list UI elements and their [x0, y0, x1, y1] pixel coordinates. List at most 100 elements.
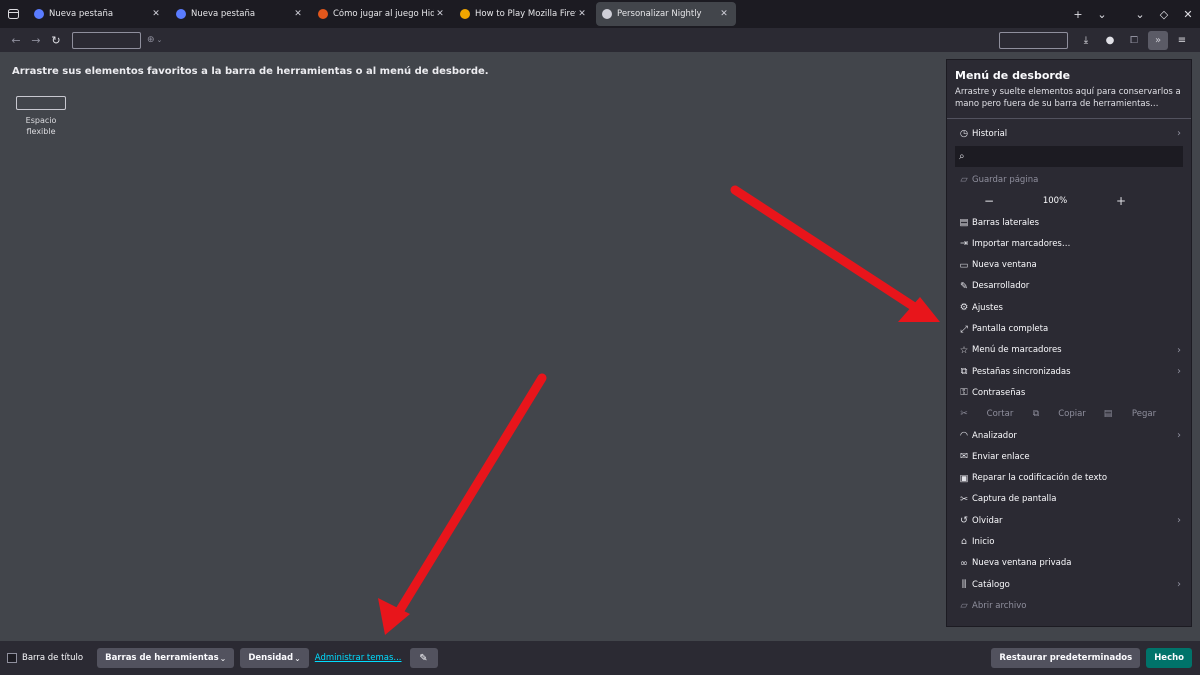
chevron-right-icon: › [1177, 128, 1181, 140]
menu-item-label: Menú de marcadores [972, 345, 1062, 356]
tab-favicon-icon [460, 9, 470, 19]
menu-item[interactable]: ⇥ Importar marcadores… [947, 233, 1191, 254]
tab-close-icon[interactable]: ✕ [150, 9, 162, 19]
screenshot-icon: ✂ [960, 493, 968, 505]
tab-close-icon[interactable]: ✕ [576, 9, 588, 19]
copy-button[interactable]: Copiar [1043, 409, 1101, 419]
title-bar-checkbox[interactable] [7, 653, 17, 663]
home-icon: ⌂ [960, 536, 968, 548]
flexible-space-label: Espacio flexible [25, 116, 57, 136]
menu-item[interactable]: ☆ Menú de marcadores › [947, 340, 1191, 361]
menu-item[interactable]: ⚙ Ajustes [947, 297, 1191, 318]
chevron-right-icon: › [1177, 344, 1181, 356]
globe-icon: ⊕ [147, 35, 155, 45]
paste-button[interactable]: Pegar [1115, 409, 1173, 419]
scissors-icon: ✂ [960, 409, 968, 420]
overflow-description: Arrastre y suelte elementos aquí para co… [955, 87, 1181, 109]
touchbar-pin-button[interactable]: ✎ [409, 648, 438, 668]
menu-item[interactable]: ⌂ Inicio [947, 531, 1191, 552]
menu-item-label: Importar marcadores… [972, 238, 1071, 249]
menu-item[interactable]: ▤ Barras laterales [947, 212, 1191, 233]
menu-item[interactable]: ↺ Olvidar › [947, 510, 1191, 531]
app-menu-button[interactable]: ≡ [1172, 31, 1192, 50]
new-window-icon: ▭ [959, 259, 969, 271]
reload-button[interactable]: ↻ [46, 30, 66, 50]
menu-item[interactable]: ⫼ Catálogo › [947, 574, 1191, 595]
wrench-icon: ✎ [960, 280, 968, 292]
menu-item[interactable]: ✉ Enviar enlace [947, 446, 1191, 467]
new-tab-button[interactable]: + [1066, 8, 1090, 21]
tabstrip-controls: + ⌄ ⌄ ◇ ✕ [1066, 0, 1200, 28]
zoom-out-button[interactable]: − [978, 194, 1000, 208]
search-input[interactable]: ⌕ [955, 146, 1183, 168]
tab[interactable]: Cómo jugar al juego Hidden✕ [312, 2, 452, 26]
menu-item-label: Olvidar [972, 515, 1003, 526]
chevron-down-icon: ⌄ [219, 653, 227, 663]
forward-button[interactable]: → [26, 30, 46, 50]
tab-title: Personalizar Nightly [617, 9, 702, 19]
key-icon: ⚿ [960, 387, 968, 399]
tab[interactable]: Nueva pestaña ✕ [170, 2, 310, 26]
list-all-tabs-button[interactable]: ⌄ [1090, 8, 1114, 21]
extensions-button[interactable]: ⧠ [1124, 31, 1144, 50]
flexible-space-right[interactable] [999, 32, 1068, 49]
tab[interactable]: Nueva pestaña ✕ [28, 2, 168, 26]
tab[interactable]: How to Play Mozilla Firefox✕ [454, 2, 594, 26]
tab-close-icon[interactable]: ✕ [718, 9, 730, 19]
menu-item-history[interactable]: ◷ Historial › [947, 123, 1191, 144]
edit-controls: ✂ Cortar ⧉ Copiar ▤ Pegar [947, 404, 1191, 425]
text-encoding-icon: ▣ [959, 472, 969, 484]
menu-item[interactable]: ▭ Nueva ventana [947, 254, 1191, 275]
menu-item[interactable]: ⧉ Pestañas sincronizadas › [947, 361, 1191, 382]
back-button[interactable]: ← [6, 30, 26, 50]
red-arrow-to-pin-button [378, 373, 547, 635]
menu-item[interactable]: ✎ Desarrollador [947, 276, 1191, 297]
zoom-controls: − 100% + [947, 191, 1191, 212]
toolbars-dropdown[interactable]: Barras de herramientas ⌄ [97, 648, 235, 668]
menu-item[interactable]: ▣ Reparar la codificación de texto [947, 467, 1191, 488]
manage-themes-link[interactable]: Administrar temas... [315, 653, 402, 663]
tab-close-icon[interactable]: ✕ [292, 9, 304, 19]
density-dropdown[interactable]: Densidad ⌄ [240, 648, 309, 668]
minimize-window-button[interactable]: ⌄ [1128, 8, 1152, 21]
zoom-reset-button[interactable]: 100% [1000, 196, 1110, 206]
maximize-window-button[interactable]: ◇ [1152, 8, 1176, 21]
menu-item-label: Reparar la codificación de texto [972, 473, 1108, 484]
toolbars-label: Barras de herramientas [105, 653, 219, 663]
done-button[interactable]: Hecho [1146, 648, 1192, 668]
menu-item-label: Pantalla completa [972, 324, 1049, 335]
menu-item[interactable]: ∞ Nueva ventana privada [947, 553, 1191, 574]
tab-title: Cómo jugar al juego Hidden [333, 9, 434, 19]
menu-item[interactable]: ⚿ Contraseñas [947, 382, 1191, 403]
restore-defaults-button[interactable]: Restaurar predeterminados [991, 648, 1141, 668]
download-icon: ⤓ [1083, 35, 1089, 46]
cut-button[interactable]: Cortar [971, 409, 1029, 419]
flexible-space-left[interactable] [72, 31, 141, 49]
fullscreen-icon: ⤢ [960, 323, 968, 335]
tab-title: Nueva pestaña [49, 9, 114, 19]
firefox-view-icon [7, 9, 19, 19]
url-bar-identity[interactable]: ⊕ ⌄ [147, 32, 171, 49]
firefox-view-button[interactable] [0, 0, 26, 28]
chevron-right-icon: › [1177, 515, 1181, 527]
save-folder-icon: ▱ [960, 174, 968, 186]
hamburger-icon: ≡ [1177, 35, 1187, 46]
sidebar-icon: ▤ [959, 217, 969, 229]
overflow-menu-button[interactable]: » [1148, 31, 1168, 50]
bookmark-star-icon: ☆ [959, 344, 969, 356]
menu-item[interactable]: ◠ Analizador › [947, 425, 1191, 446]
menu-item[interactable]: ✂ Captura de pantalla [947, 489, 1191, 510]
palette-flexible-space[interactable]: Espacio flexible [16, 96, 66, 137]
tab[interactable]: Personalizar Nightly ✕ [596, 2, 736, 26]
tab-close-icon[interactable]: ✕ [434, 9, 446, 19]
title-bar-label: Barra de título [22, 653, 84, 663]
menu-item[interactable]: ⤢ Pantalla completa [947, 318, 1191, 339]
tab-title: Nueva pestaña [191, 9, 256, 19]
close-window-button[interactable]: ✕ [1176, 8, 1200, 21]
account-button[interactable]: ● [1100, 31, 1120, 50]
navbar-right-group: ⤓ ● ⧠ » ≡ [999, 31, 1192, 50]
zoom-in-button[interactable]: + [1110, 194, 1132, 208]
tab-strip: Nueva pestaña ✕ Nueva pestaña ✕ Cómo jugar a… [0, 0, 1200, 28]
customize-heading: Arrastre sus elementos favoritos a la ba… [12, 66, 489, 77]
downloads-button[interactable]: ⤓ [1076, 31, 1096, 50]
